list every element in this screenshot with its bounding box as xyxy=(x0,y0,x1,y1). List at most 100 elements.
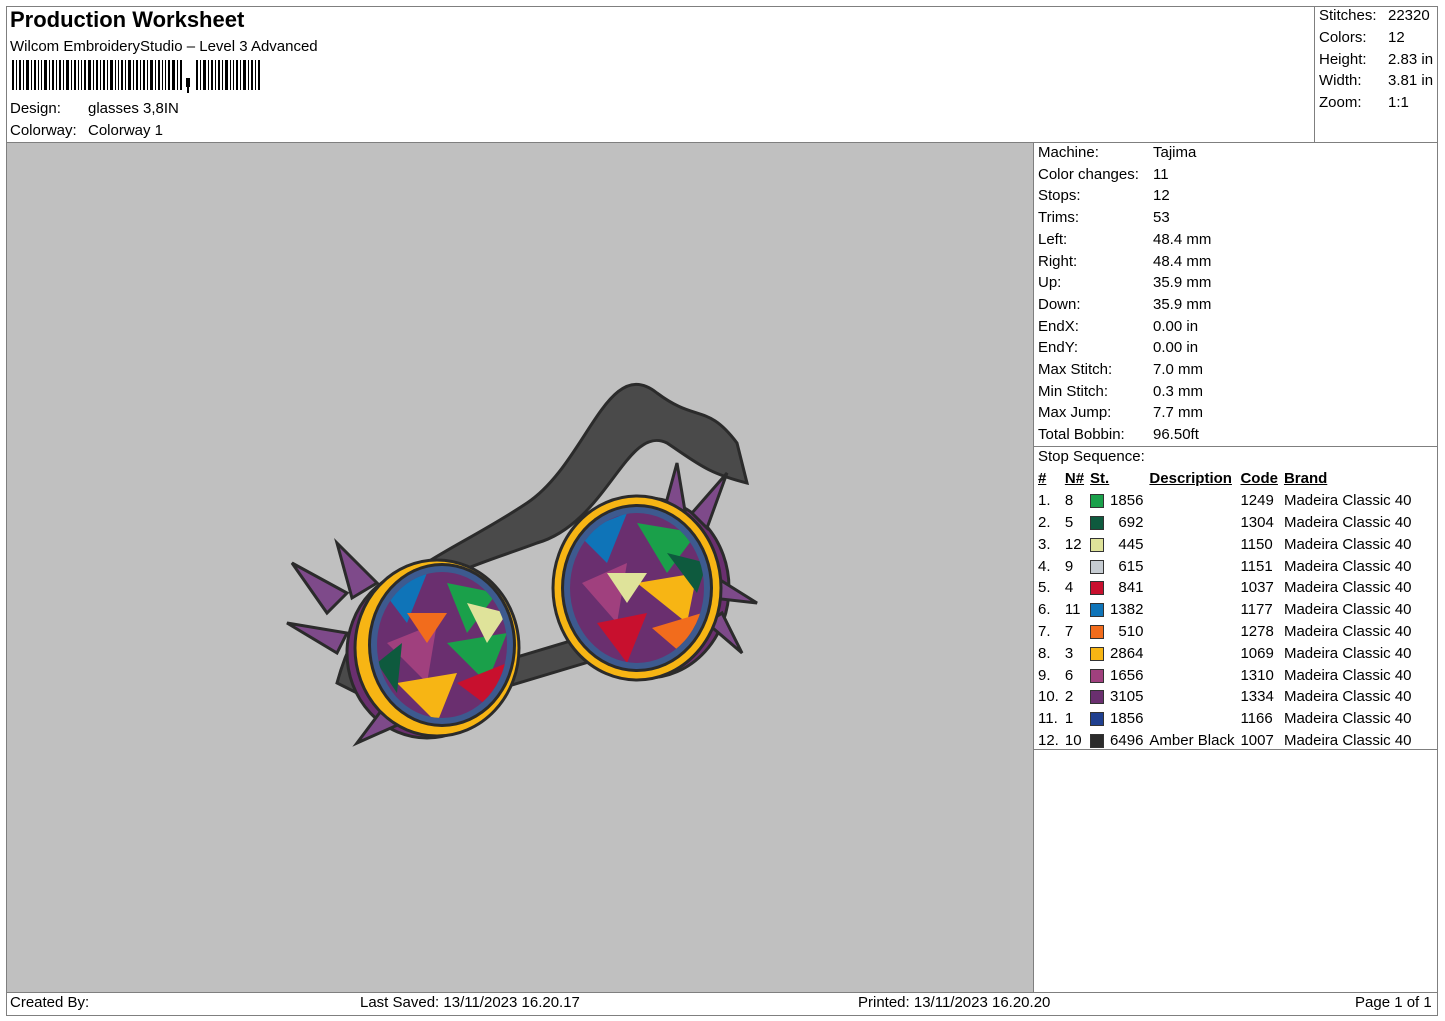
cell-num: 7. xyxy=(1038,622,1051,640)
cell-brand: Madeira Classic 40 xyxy=(1283,688,1412,706)
cell-n: 4 xyxy=(1064,579,1074,597)
machine-info-value: 7.7 mm xyxy=(1153,404,1204,422)
machine-info-value: 7.0 mm xyxy=(1153,361,1204,378)
cell-desc xyxy=(1146,664,1237,686)
cell-desc xyxy=(1146,577,1237,599)
cell-brand: Madeira Classic 40 xyxy=(1283,513,1412,531)
cell-brand: Madeira Classic 40 xyxy=(1283,731,1412,749)
cell-st: 692 xyxy=(1118,513,1144,531)
cell-swatch xyxy=(1087,533,1107,555)
table-row: 9. 6 1656 1310 Madeira Classic 40 xyxy=(1035,664,1415,686)
cell-st: 615 xyxy=(1118,557,1144,575)
cell-n: 6 xyxy=(1064,666,1074,684)
color-swatch xyxy=(1090,494,1105,509)
summary-label: Stitches: xyxy=(1319,7,1377,24)
cell-num: 4. xyxy=(1038,557,1051,575)
machine-info-value: 35.9 mm xyxy=(1153,274,1212,292)
machine-info-label: Total Bobbin: xyxy=(1038,426,1125,444)
table-row: 7. 7 510 1278 Madeira Classic 40 xyxy=(1035,621,1415,643)
machine-info-value: 11 xyxy=(1153,165,1169,183)
table-row: 3. 12 445 1150 Madeira Classic 40 xyxy=(1035,533,1415,555)
cell-swatch xyxy=(1087,577,1107,599)
cell-st: 445 xyxy=(1118,535,1144,553)
cell-code: 1037 xyxy=(1240,579,1274,597)
cell-swatch xyxy=(1087,555,1107,577)
cell-desc: Amber Black xyxy=(1149,731,1235,749)
machine-info-label: Min Stitch: xyxy=(1038,382,1109,400)
cell-desc xyxy=(1146,599,1237,621)
machine-info-label: Machine: xyxy=(1038,144,1099,161)
cell-n: 12 xyxy=(1064,535,1082,553)
cell-st: 1856 xyxy=(1110,710,1144,728)
table-row: 4. 9 615 1151 Madeira Classic 40 xyxy=(1035,555,1415,577)
stop-sequence-header: # N# St. Description Code Brand xyxy=(1035,468,1415,490)
cell-num: 8. xyxy=(1038,644,1051,662)
table-row: 12. 10 6496 Amber Black 1007 Madeira Classic … xyxy=(1035,730,1415,752)
design-label: Design: xyxy=(10,100,61,117)
cell-num: 5. xyxy=(1038,579,1051,597)
machine-info-value: 53 xyxy=(1153,209,1170,227)
cell-desc xyxy=(1146,621,1237,643)
color-swatch xyxy=(1090,668,1105,683)
color-swatch xyxy=(1090,516,1105,531)
cell-code: 1334 xyxy=(1240,688,1274,706)
cell-brand: Madeira Classic 40 xyxy=(1283,535,1412,553)
cell-desc xyxy=(1146,642,1237,664)
cell-code: 1007 xyxy=(1240,731,1274,749)
cell-num: 11. xyxy=(1038,710,1058,728)
cell-desc xyxy=(1146,555,1237,577)
stop-sequence-table: # N# St. Description Code Brand 1. 8 1856 1249 Ma… xyxy=(1035,468,1415,751)
cell-n: 11 xyxy=(1064,601,1081,619)
machine-info-value: 0.3 mm xyxy=(1153,382,1204,400)
design-value: glasses 3,8IN xyxy=(88,100,179,117)
column-header: # xyxy=(1038,470,1047,488)
table-row: 10. 2 3105 1334 Madeira Classic 40 xyxy=(1035,686,1415,708)
cell-n: 9 xyxy=(1064,557,1074,575)
summary-label: Colors: xyxy=(1319,28,1367,46)
summary-label: Width: xyxy=(1319,72,1362,90)
barcode xyxy=(12,60,260,93)
table-row: 11. 1 1856 1166 Madeira Classic 40 xyxy=(1035,708,1415,730)
machine-info-label: Left: xyxy=(1038,230,1068,248)
summary-value: 22320 xyxy=(1388,7,1430,24)
machine-info-value: 48.4 mm xyxy=(1153,230,1212,248)
footer-divider xyxy=(6,992,1438,993)
cell-swatch xyxy=(1087,686,1107,708)
summary-value: 1:1 xyxy=(1388,94,1409,112)
cell-brand: Madeira Classic 40 xyxy=(1283,666,1412,684)
machine-info-label: Stops: xyxy=(1038,187,1081,205)
table-row: 2. 5 692 1304 Madeira Classic 40 xyxy=(1035,512,1415,534)
cell-code: 1166 xyxy=(1240,710,1273,728)
color-swatch xyxy=(1090,690,1105,705)
cell-brand: Madeira Classic 40 xyxy=(1283,710,1412,728)
cell-num: 1. xyxy=(1038,492,1051,510)
software-name: Wilcom EmbroideryStudio – Level 3 Advanc… xyxy=(10,38,318,55)
cell-st: 510 xyxy=(1118,622,1144,640)
color-swatch xyxy=(1090,559,1105,574)
cell-swatch xyxy=(1087,490,1107,512)
page-title: Production Worksheet xyxy=(10,7,245,32)
column-header: Description xyxy=(1149,470,1232,488)
cell-num: 2. xyxy=(1038,513,1051,531)
cell-st: 1656 xyxy=(1110,666,1144,684)
cell-code: 1278 xyxy=(1240,622,1274,640)
summary-value: 3.81 in xyxy=(1388,72,1434,90)
cell-st: 1382 xyxy=(1110,601,1144,619)
cell-n: 7 xyxy=(1064,622,1074,640)
footer-page: Page 1 of 1 xyxy=(1355,994,1432,1011)
cell-desc xyxy=(1146,490,1237,512)
cell-code: 1150 xyxy=(1240,535,1273,553)
summary-divider xyxy=(1314,6,1315,143)
table-row: 6. 11 1382 1177 Madeira Classic 40 xyxy=(1035,599,1415,621)
color-swatch xyxy=(1090,733,1105,748)
cell-n: 2 xyxy=(1064,688,1074,706)
machine-info-value: 48.4 mm xyxy=(1153,252,1212,270)
table-row: 5. 4 841 1037 Madeira Classic 40 xyxy=(1035,577,1415,599)
cell-st: 6496 xyxy=(1110,731,1144,749)
cell-desc xyxy=(1146,512,1237,534)
stop-sequence-title: Stop Sequence: xyxy=(1038,448,1145,465)
cell-code: 1304 xyxy=(1240,513,1274,531)
info-divider xyxy=(1033,446,1438,447)
cell-num: 9. xyxy=(1038,666,1051,684)
cell-swatch xyxy=(1087,708,1107,730)
